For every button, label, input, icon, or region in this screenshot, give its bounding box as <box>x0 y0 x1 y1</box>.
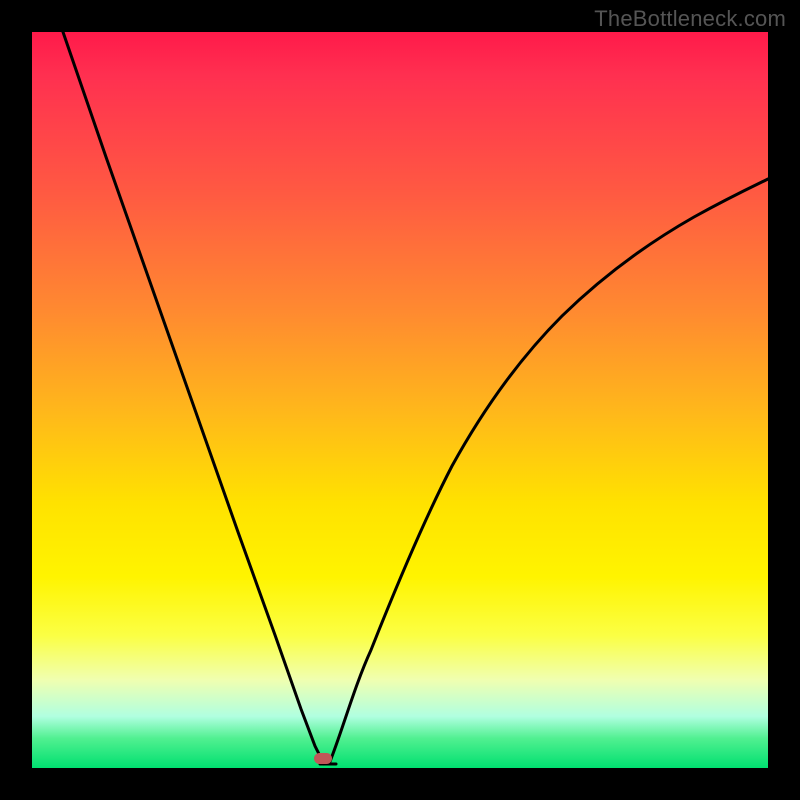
curve-right-branch <box>329 179 768 764</box>
chart-frame: TheBottleneck.com <box>0 0 800 800</box>
curve-left-branch <box>63 32 324 764</box>
watermark-text: TheBottleneck.com <box>594 6 786 32</box>
bottleneck-marker <box>314 753 332 764</box>
bottleneck-curve <box>32 32 768 768</box>
